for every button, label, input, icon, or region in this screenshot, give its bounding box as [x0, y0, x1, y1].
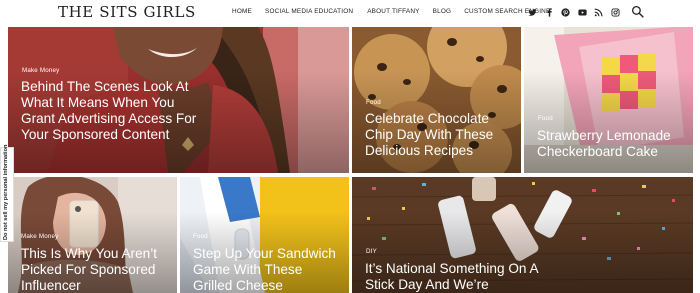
twitter-icon[interactable] [526, 6, 539, 19]
post-category[interactable]: Make Money [22, 67, 59, 74]
post-category[interactable]: DIY [366, 248, 377, 255]
social-links [526, 6, 625, 19]
privacy-tab-label: Do not sell my personal information [3, 144, 9, 240]
main-nav: HOME SOCIAL MEDIA EDUCATION ABOUT TIFFAN… [232, 8, 550, 15]
privacy-tab[interactable]: Do not sell my personal information [0, 144, 14, 242]
site-logo[interactable]: THE SITS GIRLS [58, 3, 196, 21]
post-title[interactable]: Behind The Scenes Look At What It Means … [21, 79, 201, 143]
post-title[interactable]: Strawberry Lemonade Checkerboard Cake [537, 128, 693, 160]
youtube-icon[interactable] [576, 6, 589, 19]
post-category[interactable]: Food [538, 115, 553, 122]
post-title[interactable]: This Is Why You Aren’t Picked For Sponso… [21, 246, 173, 293]
post-title[interactable]: Celebrate Chocolate Chip Day With These … [365, 111, 517, 159]
search-icon[interactable] [631, 5, 644, 18]
post-category[interactable]: Food [193, 233, 208, 240]
rss-icon[interactable] [592, 6, 605, 19]
post-title[interactable]: It’s National Something On A Stick Day A… [365, 261, 555, 293]
post-card-advertising-access[interactable]: Make Money Behind The Scenes Look At Wha… [8, 27, 349, 173]
nav-item-about-tiffany[interactable]: ABOUT TIFFANY [367, 8, 419, 15]
post-category[interactable]: Make Money [21, 233, 58, 240]
pinterest-icon[interactable] [559, 6, 572, 19]
nav-item-social-media-education[interactable]: SOCIAL MEDIA EDUCATION [265, 8, 353, 15]
post-card-something-on-a-stick[interactable]: DIY It’s National Something On A Stick D… [352, 177, 693, 293]
facebook-icon[interactable] [543, 6, 556, 19]
post-card-sponsored-influencer[interactable]: Make Money This Is Why You Aren’t Picked… [8, 177, 177, 293]
site-header: THE SITS GIRLS HOME SOCIAL MEDIA EDUCATI… [0, 0, 700, 26]
nav-item-home[interactable]: HOME [232, 8, 252, 15]
post-card-chocolate-chip-day[interactable]: Food Celebrate Chocolate Chip Day With T… [352, 27, 521, 173]
instagram-icon[interactable] [609, 6, 622, 19]
nav-item-blog[interactable]: BLOG [433, 8, 452, 15]
post-card-grilled-cheese[interactable]: Food Step Up Your Sandwich Game With The… [180, 177, 349, 293]
post-category[interactable]: Food [366, 99, 381, 106]
post-card-checkerboard-cake[interactable]: Food Strawberry Lemonade Checkerboard Ca… [524, 27, 693, 173]
post-title[interactable]: Step Up Your Sandwich Game With These Gr… [193, 246, 345, 293]
